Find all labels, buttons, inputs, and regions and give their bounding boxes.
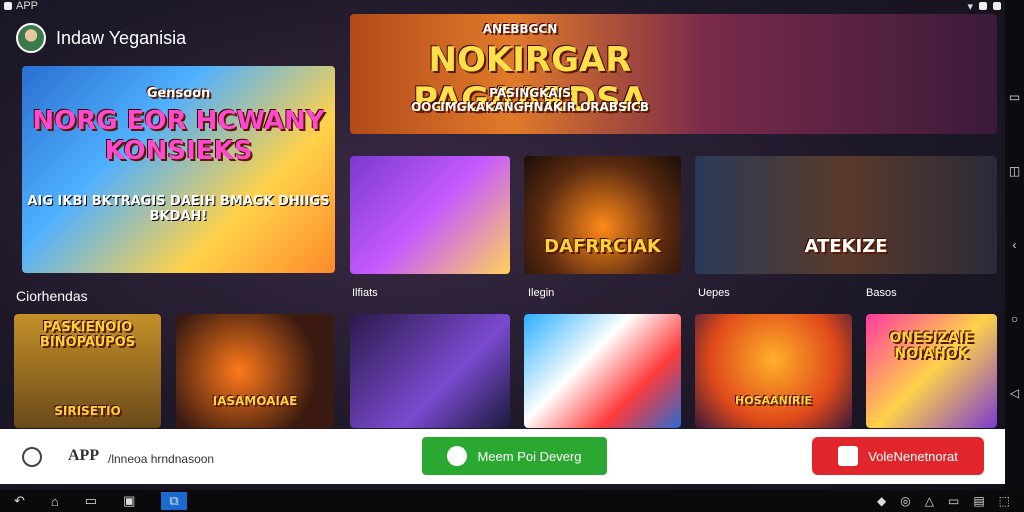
primary-action-button[interactable]: Meem Poi Deverg bbox=[422, 437, 607, 475]
gallery-icon[interactable]: ▣ bbox=[123, 493, 135, 509]
tray-alert-icon[interactable]: △ bbox=[925, 494, 934, 508]
section-title: Ciorhendas bbox=[16, 288, 88, 304]
primary-action-label: Meem Poi Deverg bbox=[477, 448, 582, 464]
window-icon[interactable]: ▭ bbox=[1009, 90, 1020, 104]
avatar[interactable] bbox=[16, 23, 46, 53]
game-art bbox=[695, 314, 852, 428]
brand-logo: APP bbox=[68, 447, 100, 464]
category-tag[interactable]: Uepes bbox=[698, 287, 730, 299]
game-card[interactable] bbox=[350, 156, 510, 274]
brand-description: /lnneoa hrndnasoon bbox=[108, 452, 215, 466]
game-card[interactable]: PASKIENOIO BINOPAUPOS SIRISETIO bbox=[14, 314, 161, 428]
game-card-title: ATEKIZE bbox=[804, 236, 888, 257]
home-circle-icon[interactable]: ○ bbox=[1011, 312, 1018, 326]
card-subtitle: Gensoon bbox=[146, 86, 211, 101]
recent-apps-icon[interactable]: ▭ bbox=[85, 493, 97, 509]
signal-icon bbox=[993, 2, 1001, 10]
game-card[interactable]: ATEKIZE bbox=[695, 156, 997, 274]
tray-list-icon[interactable]: ▤ bbox=[973, 494, 984, 508]
back-icon[interactable]: ↶ bbox=[14, 493, 25, 509]
game-card-title: HOSAANIRIE bbox=[735, 394, 812, 407]
game-art bbox=[350, 314, 510, 428]
game-art bbox=[524, 314, 681, 428]
game-card-subtitle: SIRISETIO bbox=[54, 404, 121, 418]
game-card-title: ONESIZAIE NOIAHOK bbox=[889, 330, 974, 362]
active-app-icon[interactable]: ⧉ bbox=[161, 492, 187, 510]
side-nav-rail: ▭ ◫ ‹ ○ ◁ bbox=[1005, 0, 1024, 490]
app-screen: APP ▾ Indaw Yeganisia ⛓ ⌕ ⋮ Gensoon NORG… bbox=[0, 0, 1024, 512]
system-navbar: ↶ ⌂ ▭ ▣ ⧉ ◆ ◎ △ ▭ ▤ ⬚ bbox=[0, 490, 1024, 512]
system-tray: ◆ ◎ △ ▭ ▤ ⬚ bbox=[877, 494, 1024, 508]
tray-app-icon[interactable]: ◆ bbox=[877, 494, 886, 508]
video-icon bbox=[838, 446, 859, 466]
secondary-action-button[interactable]: VoleNenetnorat bbox=[812, 437, 984, 475]
back-chevron-icon[interactable]: ‹ bbox=[1013, 238, 1017, 252]
app-status-icon bbox=[4, 2, 12, 10]
banner-subtitle: ANEBBGCN bbox=[482, 22, 558, 36]
category-tag[interactable]: Ilegin bbox=[528, 287, 554, 299]
game-card-title: IASAMOAIAE bbox=[212, 394, 298, 408]
game-card[interactable]: IASAMOAIAE bbox=[176, 314, 334, 428]
game-art bbox=[350, 156, 510, 274]
banner-tagline: PASINGKAIS OOCIMGKAKANGHNAKIR ORABSICB bbox=[410, 86, 650, 114]
split-screen-icon[interactable]: ◫ bbox=[1009, 164, 1020, 178]
game-card[interactable] bbox=[350, 314, 510, 428]
gamepad-icon bbox=[447, 446, 468, 466]
game-card-title: PASKIENOIO BINOPAUPOS bbox=[39, 320, 136, 350]
status-app-label: APP bbox=[16, 0, 39, 12]
tray-window-icon[interactable]: ▭ bbox=[948, 494, 959, 508]
app-header: Indaw Yeganisia bbox=[0, 18, 345, 58]
secondary-action-label: VoleNenetnorat bbox=[868, 448, 958, 464]
wifi-icon: ▾ bbox=[967, 0, 973, 13]
game-card-title: DAFRRCIAK bbox=[544, 236, 661, 257]
app-title: Indaw Yeganisia bbox=[56, 27, 187, 48]
game-card[interactable]: ONESIZAIE NOIAHOK bbox=[866, 314, 997, 428]
game-card[interactable]: HOSAANIRIE bbox=[695, 314, 852, 428]
back-triangle-icon[interactable]: ◁ bbox=[1010, 386, 1019, 400]
card-tagline: AIG IKBI BKTRAGIS DAEIH BMAGK DHIIGS BKD… bbox=[27, 194, 330, 224]
compass-icon[interactable] bbox=[22, 447, 42, 467]
game-art bbox=[176, 314, 334, 428]
bottom-action-bar: APP /lnneoa hrndnasoon Meem Poi Deverg V… bbox=[0, 429, 1005, 484]
game-card[interactable] bbox=[524, 314, 681, 428]
battery-icon bbox=[979, 2, 987, 10]
status-bar: APP ▾ bbox=[0, 0, 1005, 13]
game-card[interactable]: DAFRRCIAK bbox=[524, 156, 681, 274]
category-tag[interactable]: Basos bbox=[866, 287, 897, 299]
card-title: NORG EOR HCWANY KONSIEKS bbox=[32, 106, 325, 166]
tray-box-icon[interactable]: ⬚ bbox=[999, 494, 1010, 508]
tray-browser-icon[interactable]: ◎ bbox=[900, 494, 910, 508]
category-tag[interactable]: Ilfiats bbox=[352, 287, 378, 299]
home-icon[interactable]: ⌂ bbox=[51, 494, 59, 509]
featured-game-card-left[interactable]: Gensoon NORG EOR HCWANY KONSIEKS AIG IKB… bbox=[22, 66, 335, 273]
featured-game-banner[interactable]: ANEBBGCN NOKIRGAR PAGAARDSA PASINGKAIS O… bbox=[350, 14, 997, 134]
